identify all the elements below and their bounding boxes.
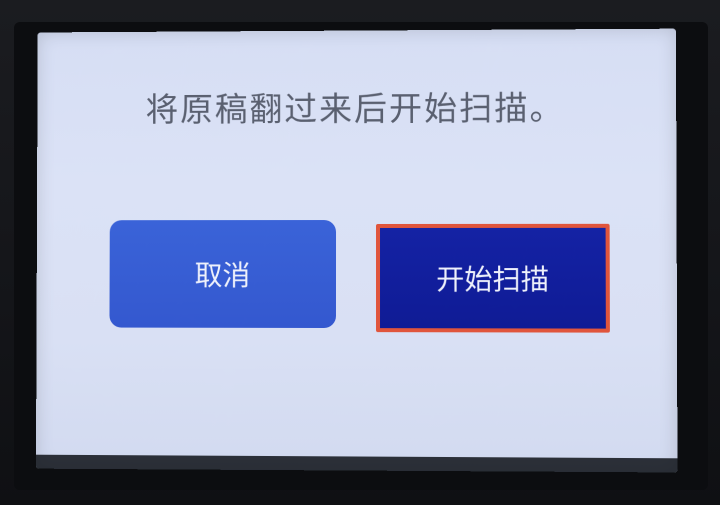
cancel-button-label: 取消 — [194, 258, 251, 292]
instruction-message: 将原稿翻过来后开始扫描。 — [145, 88, 565, 129]
start-scan-button[interactable]: 开始扫描 — [376, 223, 610, 333]
cancel-button[interactable]: 取消 — [109, 220, 337, 329]
start-scan-button-label: 开始扫描 — [436, 263, 550, 297]
touch-screen: 将原稿翻过来后开始扫描。 取消 开始扫描 — [35, 28, 678, 473]
device-body: 将原稿翻过来后开始扫描。 取消 开始扫描 — [0, 0, 720, 505]
